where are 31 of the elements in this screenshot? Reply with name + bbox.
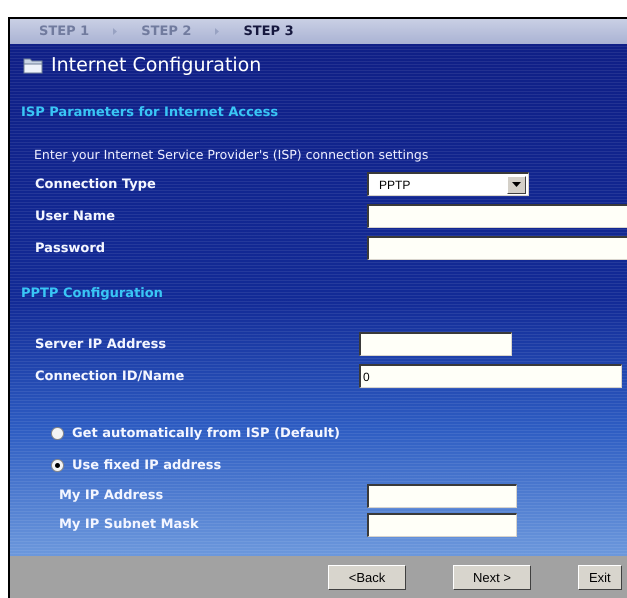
page-title: Internet Configuration xyxy=(51,54,262,76)
radio-button[interactable] xyxy=(51,426,64,440)
field-label: Connection ID/Name xyxy=(35,368,184,384)
nav-button[interactable]: <Back xyxy=(328,564,406,590)
folder-icon xyxy=(23,56,43,74)
step-label: STEP 2 xyxy=(141,24,192,39)
section-heading: PPTP Configuration xyxy=(20,286,164,303)
field-label: Server IP Address xyxy=(35,336,166,352)
section-heading: ISP Parameters for Internet Access xyxy=(20,105,280,122)
nav-button[interactable]: Exit xyxy=(578,564,622,590)
radio-label: Use fixed IP address xyxy=(72,458,222,472)
password-field[interactable] xyxy=(367,236,627,260)
connection-type-dropdown[interactable]: PPTP xyxy=(367,172,529,196)
chevron-icon xyxy=(113,28,118,35)
text-field[interactable] xyxy=(367,204,627,228)
step-label: STEP 1 xyxy=(39,24,90,39)
field-label: My IP Subnet Mask xyxy=(59,517,199,532)
field-label: User Name xyxy=(35,208,116,224)
text-field[interactable] xyxy=(359,332,512,356)
field-label: My IP Address xyxy=(59,488,164,503)
field-label: Password xyxy=(35,240,106,256)
text-field[interactable] xyxy=(367,484,517,508)
field-label: Connection Type xyxy=(35,176,156,192)
intro-text: Enter your Internet Service Provider's (ISP) connection settings xyxy=(33,147,430,164)
step-label: STEP 3 xyxy=(243,24,294,39)
text-field[interactable] xyxy=(367,512,517,536)
chevron-icon xyxy=(215,28,220,35)
text-field[interactable]: 0 xyxy=(359,364,622,388)
radio-label: Get automatically from ISP (Default) xyxy=(72,426,340,440)
radio-button[interactable] xyxy=(51,458,64,472)
nav-button[interactable]: Next > xyxy=(453,564,531,590)
